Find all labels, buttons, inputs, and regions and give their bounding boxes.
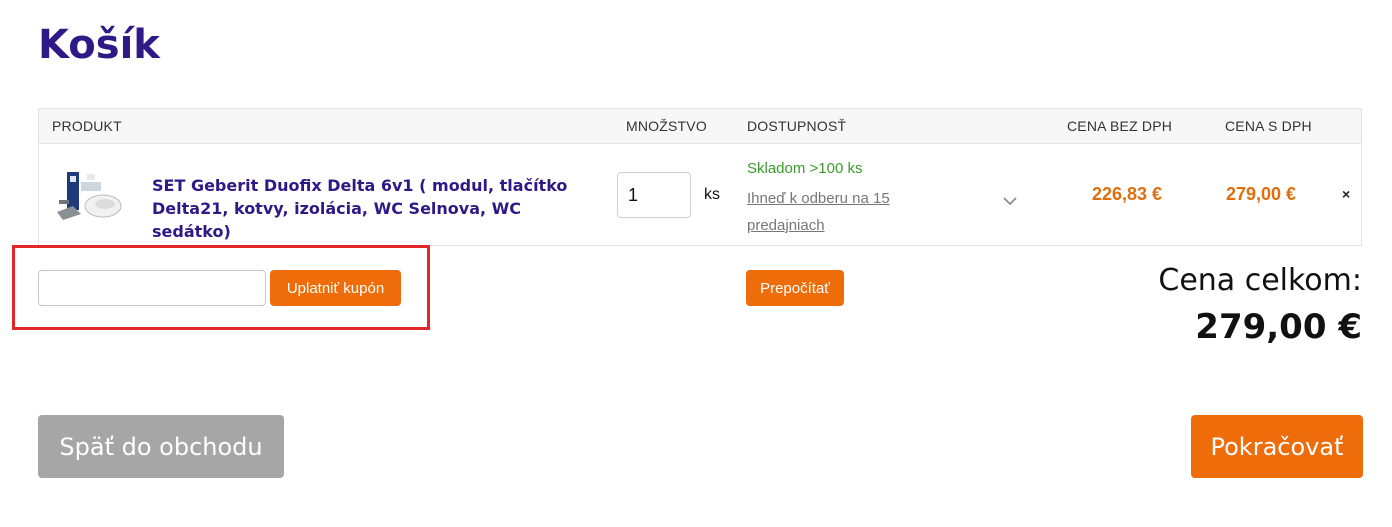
chevron-down-icon[interactable] bbox=[1002, 196, 1018, 206]
recalculate-button[interactable]: Prepočítať bbox=[746, 270, 844, 306]
pickup-link[interactable]: Ihneď k odberu na 15 predajniach bbox=[747, 185, 897, 239]
product-image[interactable] bbox=[53, 170, 123, 222]
table-row: SET Geberit Duofix Delta 6v1 ( modul, tl… bbox=[39, 144, 1361, 246]
header-quantity: MNOŽSTVO bbox=[626, 118, 707, 134]
header-product: PRODUKT bbox=[52, 118, 122, 134]
back-to-shop-button[interactable]: Späť do obchodu bbox=[38, 415, 284, 478]
table-header: PRODUKT MNOŽSTVO DOSTUPNOSŤ CENA BEZ DPH… bbox=[39, 109, 1361, 144]
header-price-gross: CENA S DPH bbox=[1225, 118, 1312, 134]
page-title: Košík bbox=[38, 22, 160, 68]
price-without-vat: 226,83 € bbox=[1092, 184, 1163, 204]
quantity-unit: ks bbox=[704, 186, 720, 203]
header-price-net: CENA BEZ DPH bbox=[1067, 118, 1173, 134]
total-label: Cena celkom: bbox=[1158, 263, 1362, 298]
quantity-input[interactable] bbox=[617, 172, 691, 218]
product-name-link[interactable]: SET Geberit Duofix Delta 6v1 ( modul, tl… bbox=[152, 174, 602, 243]
continue-button[interactable]: Pokračovať bbox=[1191, 415, 1363, 478]
stock-status: Skladom >100 ks bbox=[747, 160, 863, 177]
coupon-input[interactable] bbox=[38, 270, 266, 306]
apply-coupon-button[interactable]: Uplatniť kupón bbox=[270, 270, 401, 306]
cart-table: PRODUKT MNOŽSTVO DOSTUPNOSŤ CENA BEZ DPH… bbox=[38, 108, 1362, 246]
total-price: 279,00 € bbox=[1195, 307, 1362, 347]
remove-item-button[interactable]: × bbox=[1342, 186, 1350, 202]
header-availability: DOSTUPNOSŤ bbox=[747, 118, 847, 134]
price-with-vat: 279,00 € bbox=[1226, 184, 1297, 204]
